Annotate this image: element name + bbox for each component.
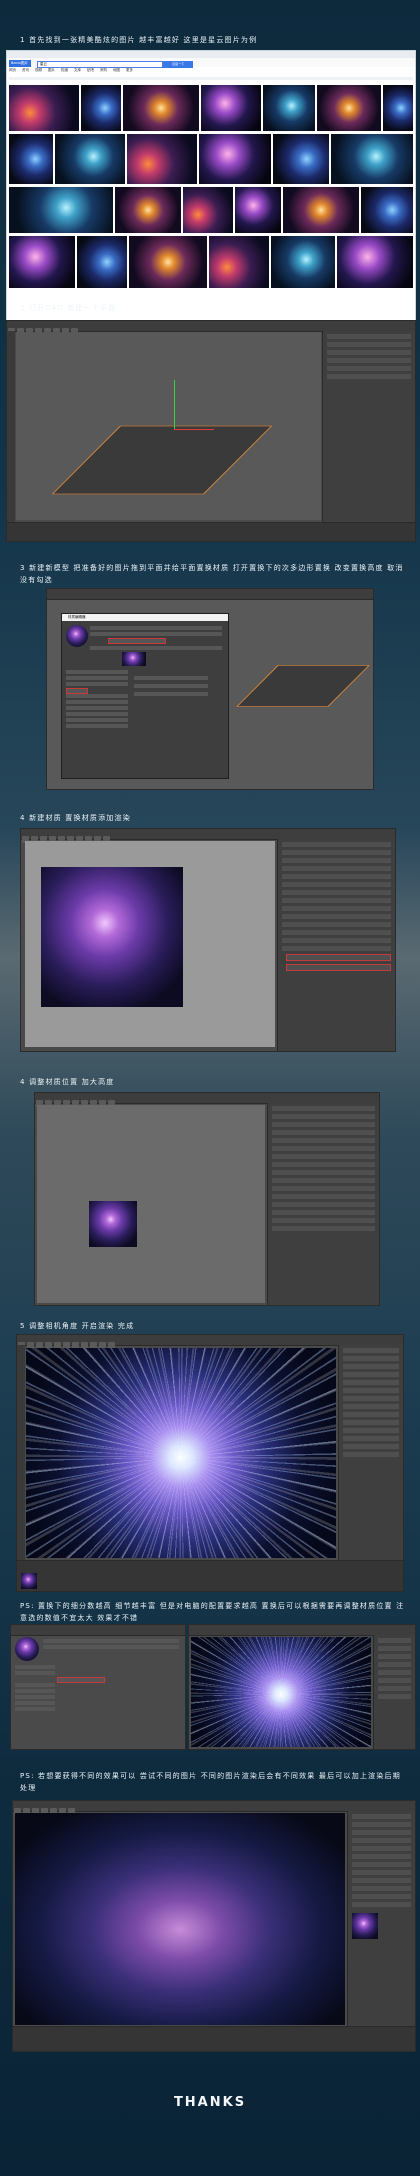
nav-item[interactable]: 更多 bbox=[126, 68, 133, 74]
result-image[interactable] bbox=[271, 236, 335, 288]
result-image[interactable] bbox=[9, 85, 79, 131]
browser-screenshot: Baidu图片 星云 百度一下 网页 资讯 视频 图片 知道 文库 贴吧 采购 … bbox=[6, 50, 416, 325]
result-image[interactable] bbox=[9, 187, 113, 233]
thanks-text: THANKS bbox=[173, 2095, 247, 2110]
search-button[interactable]: 百度一下 bbox=[163, 61, 193, 68]
c4d-window-render bbox=[16, 1334, 404, 1592]
plane-object[interactable] bbox=[51, 425, 273, 495]
step-4-text: 4 新建材质 置换材质添加渲染 bbox=[20, 814, 131, 822]
result-image[interactable] bbox=[201, 85, 261, 131]
result-image[interactable] bbox=[127, 134, 197, 184]
result-image[interactable] bbox=[183, 187, 233, 233]
c4d-viewport[interactable] bbox=[25, 841, 275, 1047]
step-2-text: 2 打开C4D 新建一个平面 bbox=[20, 304, 117, 312]
c4d-window-displace bbox=[34, 1092, 380, 1306]
c4d-timeline[interactable] bbox=[13, 2026, 415, 2051]
result-image[interactable] bbox=[77, 236, 127, 288]
c4d-timeline[interactable] bbox=[17, 1560, 403, 1591]
c4d-viewport[interactable] bbox=[16, 332, 321, 520]
result-image[interactable] bbox=[123, 85, 199, 131]
material-thumbnail[interactable] bbox=[352, 1913, 378, 1939]
final-render bbox=[15, 1813, 345, 2025]
result-image[interactable] bbox=[361, 187, 413, 233]
c4d-window-subdiv-render bbox=[188, 1624, 416, 1750]
step-1-text: 1 首先找到一张精美酷炫的图片 越丰富越好 这里是星云图片为例 bbox=[20, 36, 258, 44]
result-image[interactable] bbox=[209, 236, 269, 288]
plane-object[interactable] bbox=[236, 665, 370, 707]
search-input[interactable]: 星云 bbox=[37, 61, 163, 68]
nav-item[interactable]: 网页 bbox=[9, 68, 16, 74]
result-image[interactable] bbox=[9, 236, 75, 288]
step-3-text: 3 新建新模型 把准备好的图片拖到平面并给平面置换材质 打开置换下的次多边形置换… bbox=[20, 564, 404, 584]
material-editor-dialog: 材质编辑器 bbox=[61, 613, 229, 779]
c4d-object-panel bbox=[347, 1811, 415, 2051]
nebula-texture bbox=[41, 867, 183, 1007]
nav-item[interactable]: 知道 bbox=[61, 68, 68, 74]
ps-note-2: PS: 若想要获得不同的效果可以 尝试不同的图片 不同的图片渲染后会有不同效果 … bbox=[20, 1772, 401, 1792]
displaced-plane bbox=[89, 1201, 137, 1247]
baidu-logo[interactable]: Baidu图片 bbox=[9, 60, 31, 67]
nav-item[interactable]: 贴吧 bbox=[87, 68, 94, 74]
result-image[interactable] bbox=[283, 187, 359, 233]
result-image[interactable] bbox=[199, 134, 271, 184]
search-nav: 网页 资讯 视频 图片 知道 文库 贴吧 采购 地图 更多 bbox=[9, 68, 413, 74]
step-6-text: 5 调整相机角度 开启渲染 完成 bbox=[20, 1322, 135, 1330]
result-image[interactable] bbox=[317, 85, 381, 131]
material-preview bbox=[66, 625, 88, 647]
nav-item[interactable]: 地图 bbox=[113, 68, 120, 74]
result-image[interactable] bbox=[273, 134, 329, 184]
nav-item[interactable]: 图片 bbox=[48, 68, 55, 74]
c4d-toolbar bbox=[11, 1625, 185, 1636]
c4d-object-panel bbox=[373, 1635, 415, 1749]
step-5-text: 4 调整材质位置 加大高度 bbox=[20, 1078, 115, 1086]
result-image[interactable] bbox=[81, 85, 121, 131]
c4d-toolbar bbox=[47, 589, 373, 600]
y-axis bbox=[174, 380, 175, 430]
c4d-window-subdiv bbox=[10, 1624, 186, 1750]
x-axis bbox=[174, 429, 214, 430]
c4d-viewport[interactable] bbox=[37, 1105, 265, 1303]
nav-item[interactable]: 文库 bbox=[74, 68, 81, 74]
c4d-left-toolbar bbox=[17, 1345, 25, 1591]
result-image[interactable] bbox=[129, 236, 207, 288]
material-preview bbox=[15, 1637, 39, 1661]
c4d-window-texture bbox=[20, 828, 396, 1052]
texture-preview bbox=[122, 652, 146, 666]
nav-item[interactable]: 视频 bbox=[35, 68, 42, 74]
result-image[interactable] bbox=[115, 187, 181, 233]
result-image[interactable] bbox=[55, 134, 125, 184]
nav-item[interactable]: 资讯 bbox=[22, 68, 29, 74]
c4d-window-final bbox=[12, 1800, 416, 2052]
logo-text: Baidu图片 bbox=[11, 61, 28, 65]
nav-item[interactable]: 采购 bbox=[100, 68, 107, 74]
c4d-attributes-panel bbox=[322, 331, 415, 541]
render-result bbox=[26, 1348, 336, 1558]
material-thumbnail[interactable] bbox=[21, 1573, 37, 1589]
render-result-small bbox=[191, 1637, 371, 1747]
c4d-left-toolbar bbox=[7, 331, 15, 541]
material-editor-title: 材质编辑器 bbox=[62, 614, 228, 621]
c4d-attributes-panel bbox=[267, 1103, 379, 1305]
result-image[interactable] bbox=[235, 187, 281, 233]
result-image[interactable] bbox=[331, 134, 413, 184]
result-image[interactable] bbox=[263, 85, 315, 131]
c4d-attributes-panel bbox=[277, 839, 395, 1051]
c4d-window-material: 材质编辑器 bbox=[46, 588, 374, 790]
search-query: 星云 bbox=[40, 62, 47, 66]
result-image[interactable] bbox=[383, 85, 413, 131]
result-image[interactable] bbox=[337, 236, 413, 288]
c4d-timeline[interactable] bbox=[7, 522, 415, 541]
c4d-object-panel bbox=[338, 1345, 403, 1591]
result-image[interactable] bbox=[9, 134, 53, 184]
ps-note-1: PS: 置换下的细分数越高 细节越丰富 但是对电脑的配置要求越高 置换后可以根据… bbox=[20, 1602, 405, 1622]
c4d-window-plane bbox=[6, 320, 416, 542]
